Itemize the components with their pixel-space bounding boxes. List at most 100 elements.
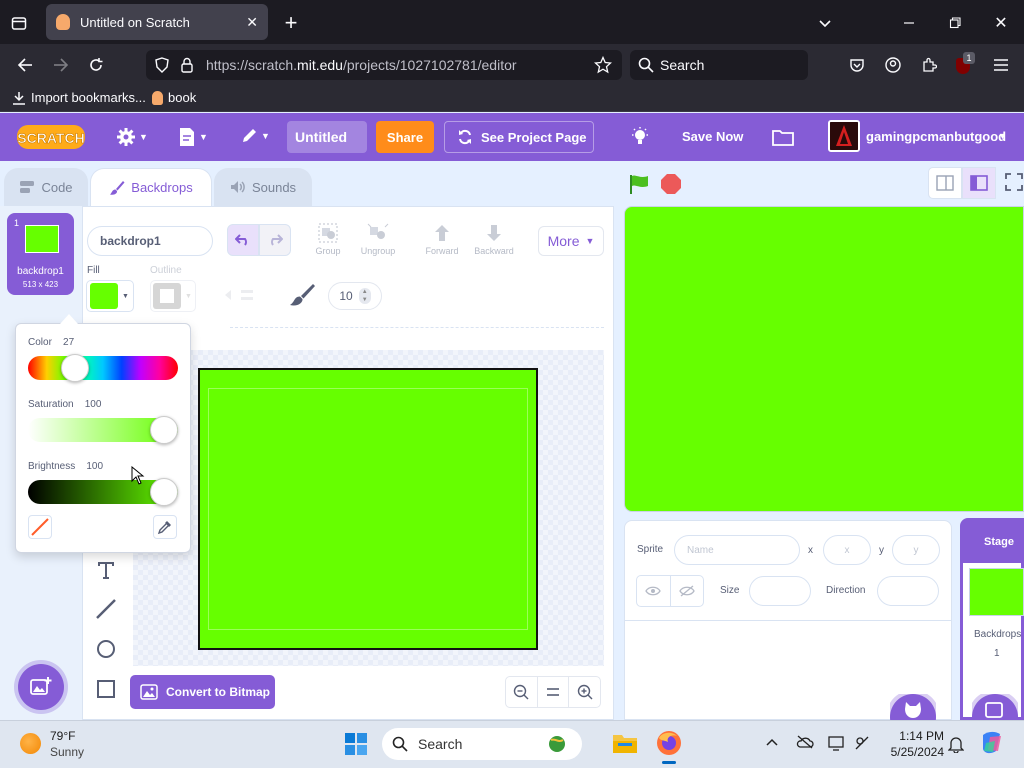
saturation-slider-knob[interactable] (150, 416, 178, 444)
lock-icon[interactable] (180, 57, 194, 73)
cloud-offline-icon[interactable] (796, 735, 814, 749)
more-dropdown[interactable]: More ▼ (538, 226, 604, 256)
restore-icon[interactable] (944, 12, 966, 34)
pocket-icon[interactable] (846, 54, 868, 76)
new-tab-icon[interactable]: + (280, 10, 302, 35)
taskbar-search[interactable]: Search (382, 728, 582, 760)
small-stage-button[interactable] (928, 167, 962, 199)
weather-condition[interactable]: Sunny (50, 745, 84, 759)
tab-list-icon[interactable] (8, 12, 30, 34)
convert-to-bitmap-button[interactable]: Convert to Bitmap (130, 675, 275, 709)
stepper-icon[interactable]: ▲ ▼ (358, 288, 371, 304)
tutorials-lightbulb-icon[interactable] (630, 127, 650, 147)
notification-bell-icon[interactable] (948, 735, 964, 753)
backdrop-name-input[interactable]: backdrop1 (87, 226, 213, 256)
backward-button[interactable]: Backward (470, 222, 518, 262)
avatar[interactable] (828, 120, 860, 152)
group-button[interactable]: Group (310, 222, 346, 262)
toolbar-divider (230, 327, 604, 328)
text-tool[interactable] (90, 554, 122, 586)
eye-hidden-icon[interactable] (671, 576, 704, 606)
zoom-out-icon[interactable] (506, 677, 538, 707)
bookmark-import[interactable]: Import bookmarks... (12, 90, 146, 105)
file-menu[interactable]: ▼ (178, 127, 208, 147)
my-stuff-folder-icon[interactable] (772, 128, 794, 146)
browser-search-bar[interactable]: Search (630, 50, 808, 80)
ungroup-button[interactable]: Ungroup (356, 222, 400, 262)
forward-icon[interactable] (50, 54, 72, 76)
share-button[interactable]: Share (376, 121, 434, 153)
stage-canvas[interactable] (624, 206, 1024, 512)
weather-temp[interactable]: 79°F (50, 729, 75, 743)
url-bar[interactable]: https://scratch. mit.edu/projects/1027102… (146, 50, 622, 80)
large-stage-button[interactable] (962, 167, 996, 199)
see-project-page-button[interactable]: See Project Page (444, 121, 594, 153)
circle-tool[interactable] (90, 633, 122, 665)
sprite-name-input[interactable]: Name (674, 535, 800, 565)
bookmark-book[interactable]: book (152, 90, 196, 105)
y-input[interactable]: y (892, 535, 940, 565)
brush-size-input[interactable]: 10 ▲ ▼ (328, 282, 382, 310)
project-title-input[interactable]: Untitled (287, 121, 367, 153)
firefox-icon[interactable] (656, 730, 682, 756)
close-window-icon[interactable]: ✕ (990, 12, 1012, 34)
forward-button[interactable]: Forward (421, 222, 463, 262)
line-tool[interactable] (90, 593, 122, 625)
display-icon[interactable] (828, 735, 846, 751)
reload-icon[interactable] (85, 54, 107, 76)
group-label: Group (315, 246, 341, 256)
chevron-up-icon[interactable] (765, 737, 779, 747)
tab-sounds[interactable]: Sounds (214, 168, 312, 206)
choose-backdrop-button[interactable] (18, 664, 64, 710)
account-caret-down-icon[interactable]: ▼ (998, 131, 1007, 141)
save-now-button[interactable]: Save Now (682, 129, 743, 144)
zoom-in-icon[interactable] (569, 677, 600, 707)
tab-code[interactable]: Code (4, 168, 88, 206)
clock-time[interactable]: 1:14 PM (884, 729, 944, 743)
no-fill-swatch-icon[interactable] (28, 515, 52, 539)
size-input[interactable] (749, 576, 811, 606)
scratch-logo[interactable]: SCRATCH (16, 123, 86, 151)
direction-input[interactable] (877, 576, 939, 606)
outline-color-button[interactable]: ▼ (150, 280, 196, 312)
back-icon[interactable] (14, 54, 36, 76)
color-slider-knob[interactable] (60, 354, 89, 382)
rectangle-tool[interactable] (90, 673, 122, 705)
fullscreen-icon[interactable] (1004, 172, 1024, 192)
windows-start-icon[interactable] (344, 732, 368, 756)
ublock-extension-icon[interactable]: 1 (954, 52, 976, 76)
extensions-icon[interactable] (918, 54, 940, 76)
green-flag-icon[interactable] (628, 173, 650, 195)
copilot-icon[interactable] (980, 731, 1004, 755)
account-icon[interactable] (882, 54, 904, 76)
weather-sun-icon[interactable] (20, 733, 41, 754)
settings-menu[interactable]: ▼ (116, 127, 148, 147)
minimize-icon[interactable] (898, 12, 920, 34)
undo-button[interactable] (227, 224, 259, 256)
shield-icon[interactable] (154, 57, 170, 73)
backdrop-tile[interactable]: 1 backdrop1 513 x 423 (7, 213, 74, 295)
brightness-slider-knob[interactable] (150, 478, 178, 506)
zoom-reset-icon[interactable] (538, 677, 570, 707)
username[interactable]: gamingpcmanbutgood (866, 129, 1006, 144)
clock-date[interactable]: 5/25/2024 (874, 745, 944, 759)
chevron-down-icon[interactable] (814, 12, 836, 34)
tab-backdrops[interactable]: Backdrops (90, 168, 212, 206)
bitmap-image-icon (140, 684, 158, 700)
browser-tab[interactable]: Untitled on Scratch ✕ (46, 4, 268, 40)
x-input[interactable]: x (823, 535, 871, 565)
stop-icon[interactable] (660, 173, 682, 195)
close-tab-icon[interactable]: ✕ (246, 14, 258, 31)
line-tool-icon (95, 598, 117, 620)
fill-color-button[interactable]: ▼ (86, 280, 134, 312)
eyedropper-icon[interactable] (153, 515, 177, 539)
file-explorer-icon[interactable] (612, 731, 638, 755)
hamburger-menu-icon[interactable] (990, 54, 1012, 76)
edit-menu[interactable]: ▼ (240, 127, 270, 145)
eye-icon[interactable] (637, 576, 671, 606)
scratch-favicon-icon (152, 90, 163, 105)
network-icon[interactable] (854, 735, 872, 751)
redo-button[interactable] (259, 224, 291, 256)
bookmark-star-icon[interactable] (594, 56, 612, 74)
color-slider[interactable] (28, 356, 178, 380)
